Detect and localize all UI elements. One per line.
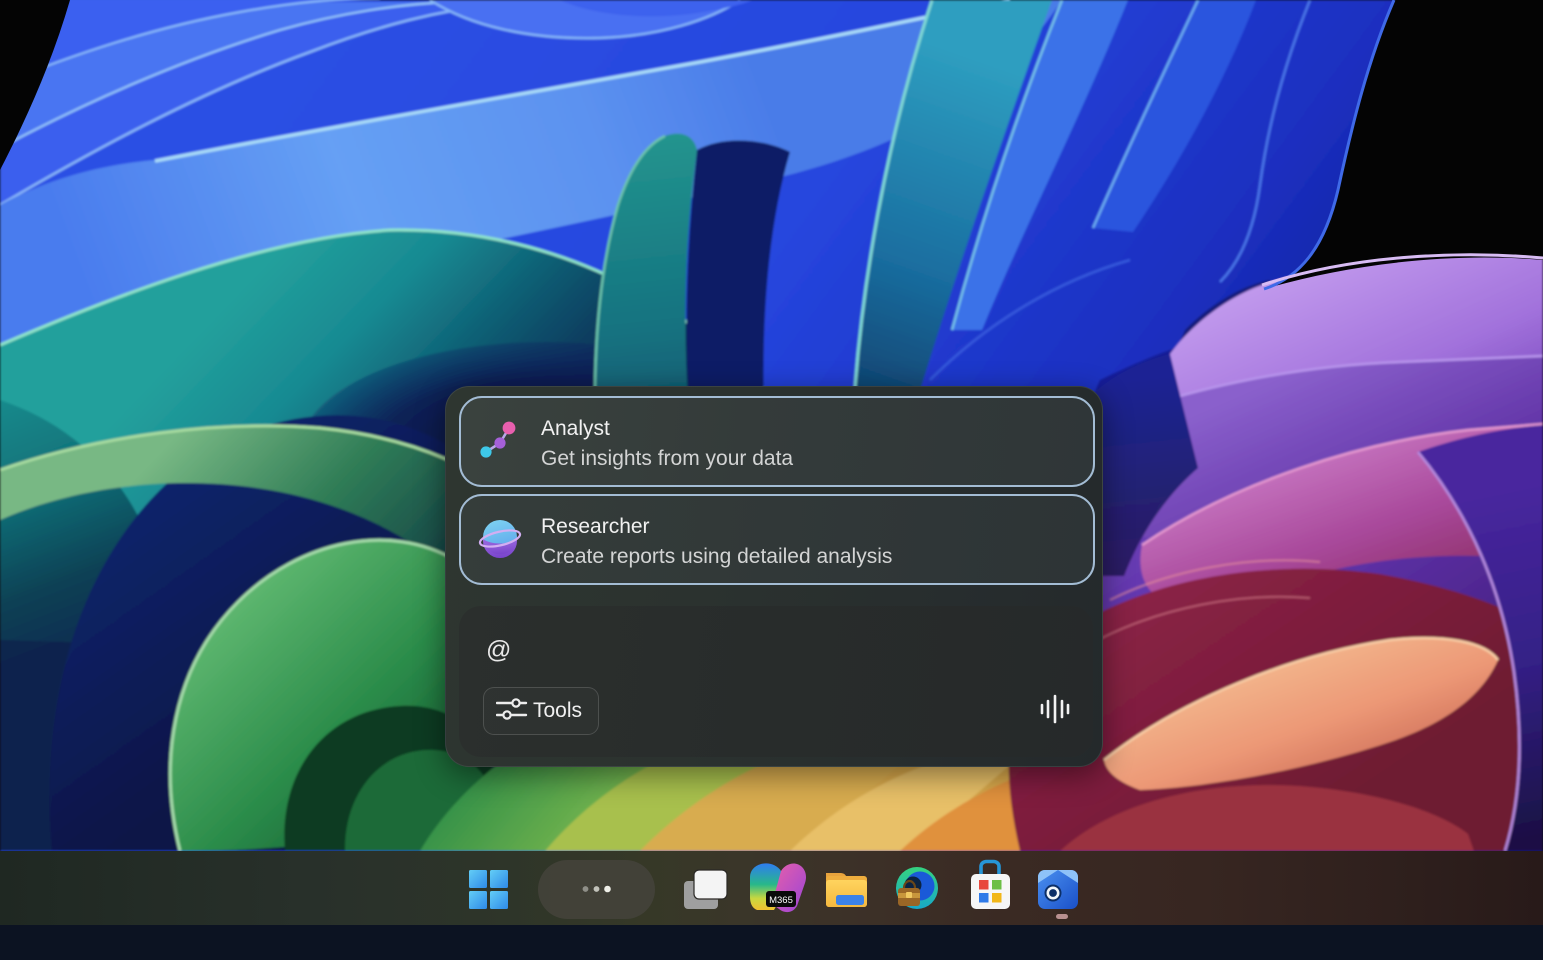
svg-text:M365: M365 [769, 895, 793, 906]
